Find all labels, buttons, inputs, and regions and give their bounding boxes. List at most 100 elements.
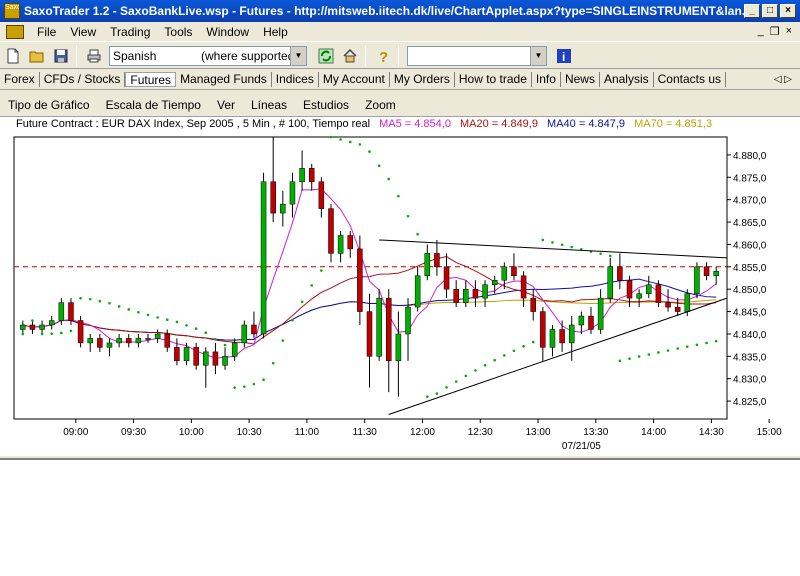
nav-futures[interactable]: Futures [125,72,177,87]
nav-my-account[interactable]: My Account [319,72,390,87]
sar-dot [445,386,448,389]
menu-bar: File View Trading Tools Window Help _ ❐ … [0,22,800,42]
maximize-button[interactable]: □ [762,4,778,18]
candle-body [337,235,344,254]
sar-dot [531,340,535,344]
menu-view[interactable]: View [63,25,103,39]
nav-how-to-trade[interactable]: How to trade [455,72,532,87]
new-document-icon[interactable] [2,45,24,67]
bottom-pane [0,458,800,576]
y-tick-label: 4.860,0 [733,240,767,251]
mdi-close-button[interactable]: × [786,25,792,38]
toolbar-separator [365,45,366,66]
save-icon[interactable] [50,45,72,67]
y-tick-label: 4.825,0 [733,397,767,408]
candle-body [347,235,353,250]
menu-file[interactable]: File [30,25,63,39]
refresh-icon[interactable] [315,45,337,67]
chevron-down-icon[interactable]: ▼ [530,46,546,65]
menu-help[interactable]: Help [256,25,295,39]
candlestick-chart[interactable]: 4.880,0 4.875,0 4.870,0 4.865,0 4.860,0 4.855… [0,117,800,457]
mdi-minimize-button[interactable]: _ [758,25,764,38]
sar-dot [40,332,44,336]
sar-dot [31,319,34,322]
minimize-button[interactable]: _ [744,4,760,18]
x-tick-label: 14:30 [699,427,724,438]
nav-info[interactable]: Info [532,72,561,87]
window-title: SaxoTrader 1.2 - SaxoBankLive.wsp - Futu… [24,4,744,18]
sar-dot [657,351,660,354]
sar-dot [127,308,131,311]
sar-dot [551,241,554,244]
candle-body [231,342,238,357]
chevron-down-icon[interactable]: ▼ [290,46,306,65]
candle-body [617,266,623,281]
candle-body [607,266,614,299]
candle-body [386,297,392,362]
y-tick-label: 4.880,0 [733,151,767,162]
close-button[interactable]: × [780,4,796,18]
chart-menu-3[interactable]: Líneas [243,98,295,112]
candle-body [588,315,594,330]
sar-dot [243,385,246,388]
sar-dot [185,324,188,327]
sar-dot [214,337,217,341]
candle-body [424,253,431,277]
open-folder-icon[interactable] [26,45,48,67]
sar-dot [387,177,391,181]
mdi-restore-button[interactable]: ❐ [770,25,780,38]
nav-cfds-stocks[interactable]: CFDs / Stocks [40,72,126,87]
candle-body [511,266,517,277]
candle-body [222,356,228,366]
print-icon[interactable] [83,45,105,67]
candle-body [183,347,190,362]
sar-dot [300,300,304,304]
chart-menu-2[interactable]: Ver [209,98,243,112]
sar-dot [252,382,256,386]
chart-menu-5[interactable]: Zoom [357,98,404,112]
menu-tools[interactable]: Tools [157,25,199,39]
sar-dot [512,349,516,353]
sar-dot [223,343,227,347]
sar-dot [541,238,545,242]
candle-body [501,266,508,281]
sar-dot [262,378,265,381]
search-combo[interactable]: ▼ [407,45,547,66]
candle-body [135,338,142,344]
info-icon[interactable]: i [553,45,575,67]
nav-indices[interactable]: Indices [272,72,319,87]
candle-body [405,306,411,335]
nav-contacts-us[interactable]: Contacts us [654,72,727,87]
chart-menu-1[interactable]: Escala de Tiempo [98,98,209,112]
menu-trading[interactable]: Trading [103,25,157,39]
sar-dot [348,140,352,144]
nav-forex[interactable]: Forex [0,72,40,87]
candle-body [703,266,710,277]
sar-dot [647,353,651,356]
menu-window[interactable]: Window [199,25,256,39]
nav-scroll-arrows-icon[interactable]: ◁ ▷ [774,74,792,85]
svg-text:i: i [562,50,565,64]
sar-dot [454,380,458,383]
candle-body [39,324,45,330]
home-icon[interactable] [339,45,361,67]
x-tick-label: 13:30 [583,427,608,438]
candle-body [154,333,161,339]
candle-body [308,168,315,183]
x-tick-label: 15:00 [757,427,782,438]
candle-body [713,271,719,277]
chart-menu-0[interactable]: Tipo de Gráfico [0,98,98,112]
document-icon[interactable] [6,24,24,39]
chart-menu-4[interactable]: Estudios [295,98,357,112]
help-icon[interactable]: ? [372,45,394,67]
nav-analysis[interactable]: Analysis [600,72,654,87]
candle-body [597,297,604,330]
nav-news[interactable]: News [561,72,600,87]
sar-dot [310,284,314,287]
language-select[interactable]: Spanish (where supported) ▼ [109,45,307,66]
candle-body [328,208,334,254]
saxotrader-app-icon[interactable]: SaxoBank [4,3,20,19]
nav-my-orders[interactable]: My Orders [390,72,455,87]
nav-managed-funds[interactable]: Managed Funds [176,72,272,87]
candle-body [626,279,633,299]
